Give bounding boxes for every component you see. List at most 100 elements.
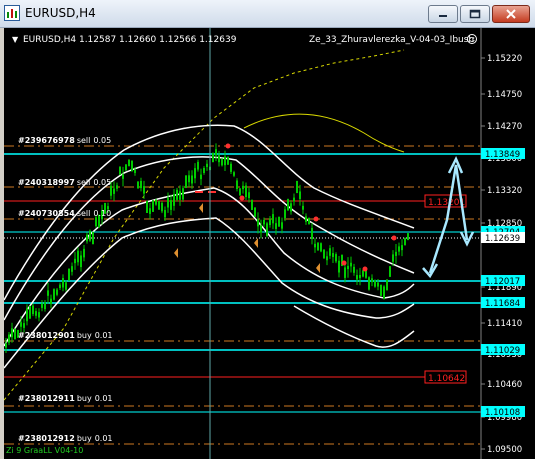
candle-body — [35, 311, 37, 316]
candle-body — [251, 199, 253, 210]
candle-body — [44, 302, 46, 310]
candle-body — [131, 160, 133, 172]
candle-body — [311, 227, 313, 240]
candle-body — [161, 202, 163, 212]
candle-body — [116, 185, 118, 189]
candle-body — [260, 225, 262, 233]
candle-body — [332, 253, 334, 258]
order-lots: 0.10 — [93, 209, 111, 218]
candle-body — [152, 200, 154, 212]
candle-body — [179, 191, 181, 200]
window-title: EURUSD,H4 — [25, 6, 96, 20]
price-badge: 1.11029 — [481, 344, 525, 356]
price-badge-text: 1.12017 — [485, 277, 520, 287]
candle-body — [8, 334, 10, 343]
order-lots: 0.01 — [95, 331, 113, 340]
candle-body — [296, 180, 298, 194]
signal-dot — [313, 216, 319, 222]
candle-body — [299, 191, 301, 199]
indicator-label: Ze_33_Zhuravlerezka_V-04-03_Ibush — [309, 35, 474, 45]
candle-body — [137, 181, 139, 189]
candle-body — [245, 185, 247, 198]
order-ticket: #240318997 — [18, 178, 75, 187]
candle-body — [11, 328, 13, 338]
candle-body — [248, 192, 250, 199]
order-ticket: #238012901 — [18, 331, 75, 340]
symbol-ohlc-line: EURUSD,H4 1.12587 1.12660 1.12566 1.1263… — [23, 35, 237, 45]
candle-body — [329, 248, 331, 256]
maximize-button[interactable] — [460, 5, 490, 23]
candle-body — [281, 222, 283, 229]
candle-body — [29, 306, 31, 319]
order-lots: 0.01 — [95, 434, 113, 443]
candle-body — [158, 200, 160, 210]
order-action: sell — [77, 178, 91, 187]
candle-body — [110, 185, 112, 196]
candle-body — [50, 298, 52, 305]
signal-dot — [239, 195, 245, 201]
arrow-marker — [199, 203, 203, 213]
candle-body — [218, 155, 220, 163]
price-axis-label: 1.14270 — [487, 122, 522, 132]
candle-body — [74, 258, 76, 264]
candle-body — [119, 166, 121, 175]
candle-body — [221, 158, 223, 166]
candle-body — [206, 163, 208, 167]
candle-body — [146, 200, 148, 213]
price-badge: 1.12639 — [481, 232, 525, 244]
candle-body — [170, 200, 172, 210]
chart-window[interactable]: ▼ EURUSD,H4 1.12587 1.12660 1.12566 1.12… — [4, 28, 535, 459]
candle-body — [212, 152, 214, 163]
price-badge: 1.12017 — [481, 275, 525, 287]
order-action: buy — [77, 394, 92, 403]
signal-dot — [391, 235, 397, 241]
order-action: buy — [77, 331, 92, 340]
price-badge: 1.10108 — [481, 406, 525, 418]
candle-body — [215, 149, 217, 156]
candle-body — [380, 284, 382, 296]
price-axis-label: 1.15220 — [487, 54, 522, 64]
candle-body — [191, 175, 193, 184]
candle-body — [164, 210, 166, 218]
price-axis[interactable]: 1.152201.147501.142701.138001.133201.128… — [480, 28, 525, 459]
candle-body — [275, 223, 277, 229]
candle-body — [89, 230, 91, 241]
candle-body — [86, 234, 88, 242]
candle-body — [53, 289, 55, 300]
order-label: #239676978 sell 0.05 — [18, 136, 111, 145]
price-axis-label: 1.09500 — [487, 445, 522, 455]
candle-body — [308, 217, 310, 225]
candle-body — [242, 185, 244, 190]
price-badge-text: 1.11684 — [485, 299, 520, 309]
candle-body — [362, 270, 364, 277]
candle-body — [377, 282, 379, 287]
minimize-button[interactable] — [428, 5, 458, 23]
candle-body — [314, 243, 316, 248]
order-action: buy — [77, 434, 92, 443]
candle-body — [14, 328, 16, 340]
arrow-marker — [316, 263, 320, 273]
candle-body — [266, 223, 268, 236]
candle-body — [278, 216, 280, 227]
close-button[interactable] — [492, 5, 530, 23]
price-axis-label: 1.10460 — [487, 380, 522, 390]
order-lots: 0.05 — [93, 178, 111, 187]
candle-body — [230, 163, 232, 172]
candle-body — [5, 343, 7, 348]
candle-body — [368, 277, 370, 290]
candle-body — [59, 284, 61, 289]
order-action: sell — [77, 209, 91, 218]
candle-body — [176, 189, 178, 200]
candle-body — [353, 266, 355, 273]
candle-body — [392, 254, 394, 262]
price-badge-text: 1.13849 — [485, 150, 520, 160]
order-ticket: #239676978 — [18, 136, 75, 145]
window-titlebar[interactable]: EURUSD,H4 — [0, 0, 535, 28]
candle-body — [404, 237, 406, 246]
candle-body — [143, 186, 145, 194]
candle-body — [293, 197, 295, 202]
candle-body — [233, 172, 235, 176]
price-chart[interactable]: ▼ EURUSD,H4 1.12587 1.12660 1.12566 1.12… — [4, 28, 535, 459]
candle-body — [62, 278, 64, 288]
candle-body — [374, 280, 376, 287]
